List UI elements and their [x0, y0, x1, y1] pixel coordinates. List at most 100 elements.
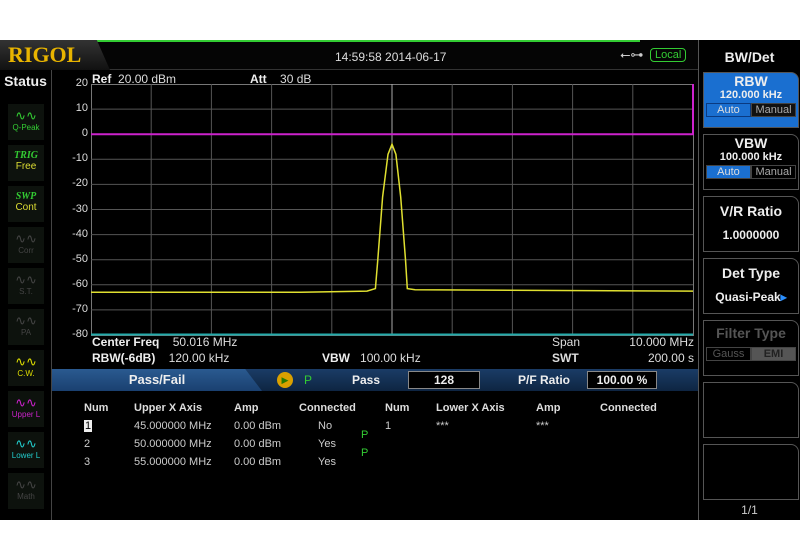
status-label: PA — [20, 328, 32, 337]
segment-result: P — [361, 447, 369, 459]
status-label: Free — [15, 161, 37, 172]
math-icon: ∿∿ — [15, 477, 37, 492]
rbw-manual[interactable]: Manual — [751, 103, 796, 117]
result-indicator: P — [304, 373, 313, 387]
preamp-icon: ∿∿ — [15, 313, 37, 328]
upper-header: Num — [84, 402, 109, 414]
status-item-lower-l: ∿∿ Lower L — [8, 432, 44, 468]
pass-label: Pass — [352, 373, 381, 387]
lower-row-cell: *** — [536, 420, 549, 432]
vbw-manual[interactable]: Manual — [751, 165, 796, 179]
rbw-auto[interactable]: Auto — [706, 103, 751, 117]
upper-row-cell: 55.000000 MHz — [134, 456, 212, 468]
vr-ratio-softkey[interactable]: V/R Ratio 1.0000000 — [703, 196, 799, 252]
top-bar: RIGOL 14:59:58 2014-06-17 ⭠⊶ Local — [0, 40, 698, 70]
trace-icon: ∿∿ — [15, 436, 37, 451]
vbw-auto[interactable]: Auto — [706, 165, 751, 179]
status-item-upper-l: ∿∿ Upper L — [8, 391, 44, 427]
status-item-corr: ∿∿ Corr — [8, 227, 44, 263]
play-icon[interactable]: ▶ — [277, 372, 293, 388]
status-item-math: ∿∿ Math — [8, 473, 44, 509]
ratio-label: P/F Ratio — [518, 373, 571, 387]
pass-count: 128 — [408, 371, 480, 389]
swt-value: 200.00 s — [647, 351, 694, 365]
pass-fail-bar: Pass/Fail ▶ P Pass 128 P/F Ratio 100.00 … — [52, 369, 698, 391]
y-tick-label: 0 — [81, 127, 88, 140]
y-tick-label: 10 — [75, 102, 88, 115]
filter-type-softkey: Filter Type Gauss EMI — [703, 320, 799, 376]
trace-icon: ∿∿ — [15, 395, 37, 410]
lower-header: Lower X Axis — [436, 402, 505, 414]
status-top: TRIG — [14, 150, 38, 161]
upper-row-cell: 0.00 dBm — [234, 420, 282, 432]
upper-header: Amp — [234, 402, 259, 414]
menu-title: BW/Det — [724, 49, 775, 65]
rigol-logo: RIGOL — [0, 40, 110, 70]
status-top: SWP — [15, 191, 37, 202]
y-tick-label: -60 — [72, 277, 88, 290]
upper-row-cell: No — [318, 420, 333, 432]
status-item-free: TRIG Free — [8, 145, 44, 181]
filter-emi: EMI — [751, 347, 796, 361]
analyzer-screen: RIGOL 14:59:58 2014-06-17 ⭠⊶ Local Statu… — [0, 40, 800, 520]
upper-row-cell[interactable]: 1 — [84, 420, 93, 432]
upper-row-cell: 0.00 dBm — [234, 438, 282, 450]
lower-header: Amp — [536, 402, 561, 414]
empty-softkey-1[interactable] — [703, 382, 799, 438]
upper-row-cell: 45.000000 MHz — [134, 420, 212, 432]
upper-row-cell[interactable]: 2 — [84, 438, 90, 450]
y-tick-label: -10 — [72, 152, 88, 165]
status-line — [88, 40, 640, 42]
status-item-q-peak: ∿∿ Q-Peak — [8, 104, 44, 140]
filter-gauss: Gauss — [706, 347, 751, 361]
page-indicator: 1/1 — [741, 503, 758, 517]
upper-row-cell: 0.00 dBm — [234, 456, 282, 468]
y-tick-label: -40 — [72, 227, 88, 240]
signal-track-icon: ∿∿ — [15, 272, 37, 287]
y-tick-label: -80 — [72, 328, 88, 340]
submenu-arrow-icon: ▸ — [780, 290, 787, 304]
softkey-menu: BW/Det RBW 120.000 kHz Auto Manual VBW 10… — [698, 40, 800, 520]
status-item-c-w-: ∿∿ C.W. — [8, 350, 44, 386]
segment-result: P — [361, 429, 369, 441]
usb-icon: ⭠⊶ — [620, 47, 644, 62]
status-label: C.W. — [17, 369, 35, 378]
upper-row-cell: Yes — [318, 456, 336, 468]
y-tick-label: -20 — [72, 177, 88, 190]
vbw-softkey[interactable]: VBW 100.000 kHz Auto Manual — [703, 134, 799, 190]
datetime: 14:59:58 2014-06-17 — [335, 50, 447, 64]
lower-row-cell: 1 — [385, 420, 392, 432]
status-item-s-t-: ∿∿ S.T. — [8, 268, 44, 304]
upper-header: Connected — [299, 402, 356, 414]
y-tick-label: -50 — [72, 252, 88, 265]
det-type-softkey[interactable]: Det Type Quasi-Peak▸ — [703, 258, 799, 314]
status-label: Q-Peak — [12, 123, 40, 132]
status-item-pa: ∿∿ PA — [8, 309, 44, 345]
status-label: Cont — [15, 202, 37, 213]
vbw-readout: VBW 100.00 kHz — [322, 351, 421, 365]
status-label: S.T. — [19, 287, 33, 296]
span-value: 10.000 MHz — [629, 335, 694, 349]
upper-row-cell: 50.000000 MHz — [134, 438, 212, 450]
y-tick-label: 20 — [75, 77, 88, 89]
upper-row-cell[interactable]: 3 — [84, 456, 90, 468]
status-label: Upper L — [11, 410, 41, 419]
pass-fail-tab[interactable]: Pass/Fail — [52, 369, 262, 391]
spectrum-plot — [91, 84, 694, 336]
span-label: Span — [552, 335, 581, 349]
status-item-cont: SWP Cont — [8, 186, 44, 222]
empty-softkey-2[interactable] — [703, 444, 799, 500]
status-panel: Status ∿∿ Q-Peak TRIG Free SWP Cont ∿∿ Corr ∿∿ S.… — [0, 70, 52, 520]
lower-header: Connected — [600, 402, 657, 414]
upper-row-cell: Yes — [318, 438, 336, 450]
lower-row-cell: *** — [436, 420, 449, 432]
status-label: Corr — [18, 246, 34, 255]
upper-header: Upper X Axis — [134, 402, 203, 414]
y-tick-label: -70 — [72, 302, 88, 315]
y-tick-label: -30 — [72, 202, 88, 215]
lower-header: Num — [385, 402, 410, 414]
local-badge[interactable]: Local — [650, 48, 687, 62]
rbw-readout: RBW(-6dB) 120.00 kHz — [92, 351, 230, 365]
rbw-softkey[interactable]: RBW 120.000 kHz Auto Manual — [703, 72, 799, 128]
center-freq: Center Freq 50.016 MHz — [92, 335, 238, 349]
